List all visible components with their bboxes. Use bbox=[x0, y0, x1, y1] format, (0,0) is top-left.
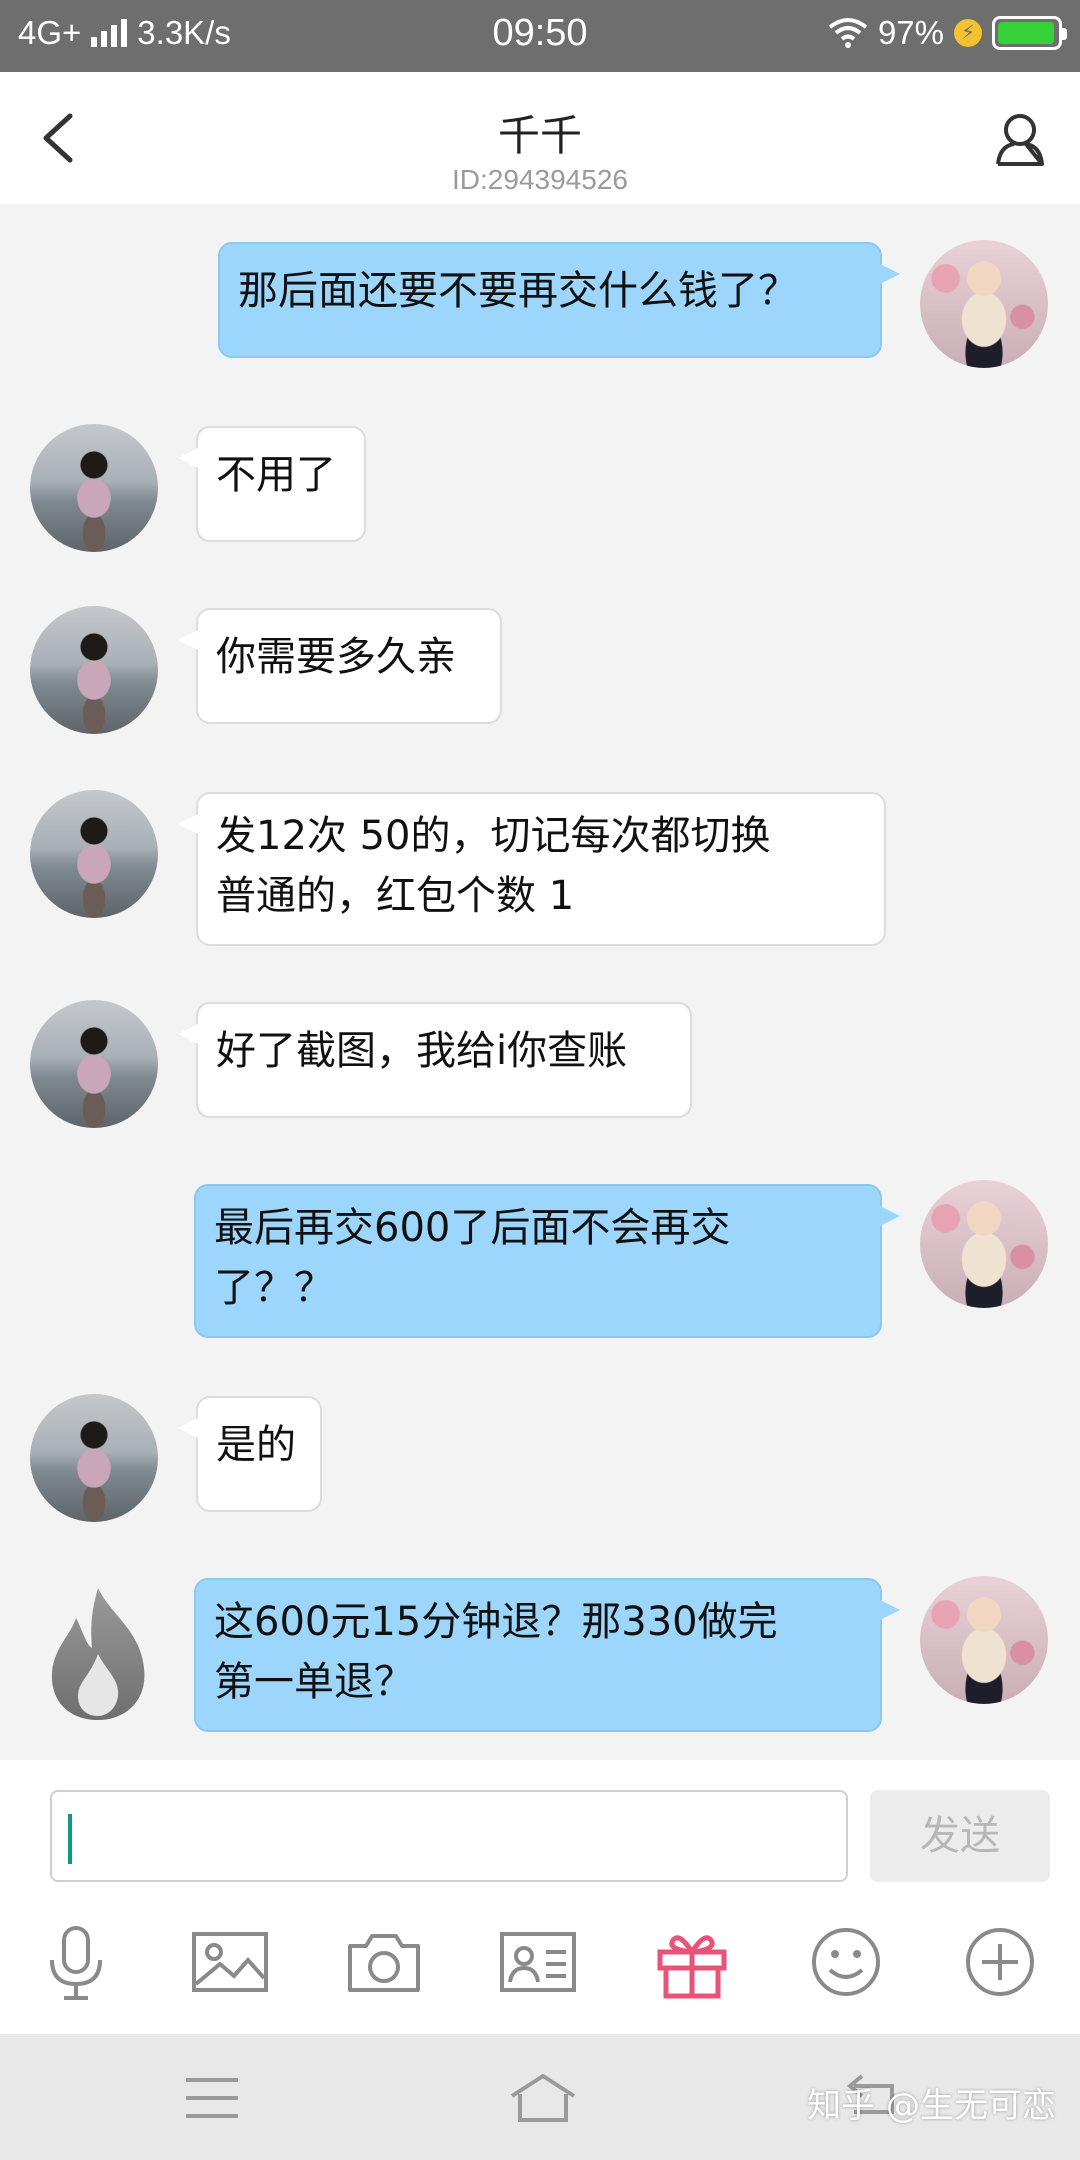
menu-icon[interactable] bbox=[180, 2072, 244, 2124]
message-bubble-outgoing[interactable]: 这600元15分钟退？那330做完 第一单退？ bbox=[194, 1578, 900, 1732]
message-text-line: 发12次 50的，切记每次都切换 bbox=[216, 813, 771, 859]
input-bar: 发送 bbox=[0, 1760, 1080, 1884]
message-text: 不用了 bbox=[216, 452, 336, 498]
plus-icon[interactable] bbox=[960, 1922, 1040, 2002]
contact-avatar[interactable] bbox=[30, 606, 158, 734]
message-bubble-incoming[interactable]: 发12次 50的，切记每次都切换 普通的，红包个数 1 bbox=[178, 792, 886, 946]
message-text-line: 普通的，红包个数 1 bbox=[216, 873, 575, 919]
message-bubble-incoming[interactable]: 是的 bbox=[178, 1396, 322, 1512]
text-caret bbox=[68, 1814, 72, 1864]
message-text-line: 最后再交600了后面不会再交 bbox=[214, 1205, 731, 1251]
attachment-toolbar bbox=[0, 1884, 1080, 2034]
image-icon[interactable] bbox=[190, 1922, 270, 2002]
message-text-line: 这600元15分钟退？那330做完 bbox=[214, 1599, 778, 1645]
status-right: 97% ⚡ bbox=[828, 14, 1067, 52]
charging-icon: ⚡ bbox=[954, 19, 982, 47]
gift-icon[interactable] bbox=[652, 1922, 732, 2002]
battery-level bbox=[998, 22, 1055, 44]
message-text-line: 了？？ bbox=[214, 1265, 334, 1311]
message-input[interactable] bbox=[50, 1790, 848, 1882]
chat-header: 千千 ID:294394526 bbox=[0, 72, 1080, 204]
microphone-icon[interactable] bbox=[36, 1922, 116, 2002]
my-avatar[interactable] bbox=[920, 240, 1048, 368]
message-text: 是的 bbox=[216, 1422, 296, 1468]
message-text: 那后面还要不要再交什么钱了？ bbox=[238, 268, 798, 314]
contact-avatar[interactable] bbox=[30, 790, 158, 918]
contact-avatar[interactable] bbox=[30, 424, 158, 552]
user-id: ID:294394526 bbox=[452, 164, 628, 195]
message-bubble-outgoing[interactable]: 那后面还要不要再交什么钱了？ bbox=[218, 242, 900, 358]
battery-percent: 97% bbox=[877, 14, 944, 51]
contact-avatar[interactable] bbox=[30, 1000, 158, 1128]
message-bubble-incoming[interactable]: 不用了 bbox=[178, 426, 366, 542]
send-button[interactable]: 发送 bbox=[870, 1790, 1050, 1882]
my-avatar[interactable] bbox=[920, 1180, 1048, 1308]
contact-avatar[interactable] bbox=[30, 1394, 158, 1522]
message-list[interactable]: 那后面还要不要再交什么钱了？ 不用了 你需要多久亲 发12次 50的，切记每次都… bbox=[0, 204, 1080, 1760]
battery-icon bbox=[992, 16, 1067, 50]
watermark: 知乎 @生无可恋 bbox=[807, 2086, 1056, 2126]
wifi-icon bbox=[828, 18, 868, 48]
status-bar: 4G+ 3.3K/s 09:50 97% ⚡ bbox=[0, 0, 1080, 72]
message-bubble-incoming[interactable]: 你需要多久亲 bbox=[178, 608, 502, 724]
message-bubble-incoming[interactable]: 好了截图，我给i你查账 bbox=[178, 1002, 692, 1118]
profile-icon[interactable] bbox=[992, 108, 1052, 168]
camera-icon[interactable] bbox=[344, 1922, 424, 2002]
message-text-line: 第一单退？ bbox=[214, 1659, 414, 1705]
message-bubble-outgoing[interactable]: 最后再交600了后面不会再交 了？？ bbox=[194, 1184, 900, 1338]
message-text: 好了截图，我给i你查账 bbox=[216, 1028, 628, 1074]
my-avatar[interactable] bbox=[920, 1576, 1048, 1704]
flame-icon bbox=[51, 1588, 145, 1720]
system-nav-bar: 知乎 @生无可恋 bbox=[0, 2034, 1080, 2160]
emoji-icon[interactable] bbox=[806, 1922, 886, 2002]
page-title: 千千 bbox=[497, 111, 582, 160]
message-text: 你需要多久亲 bbox=[216, 634, 456, 680]
home-icon[interactable] bbox=[508, 2072, 578, 2124]
contact-card-icon[interactable] bbox=[498, 1922, 578, 2002]
